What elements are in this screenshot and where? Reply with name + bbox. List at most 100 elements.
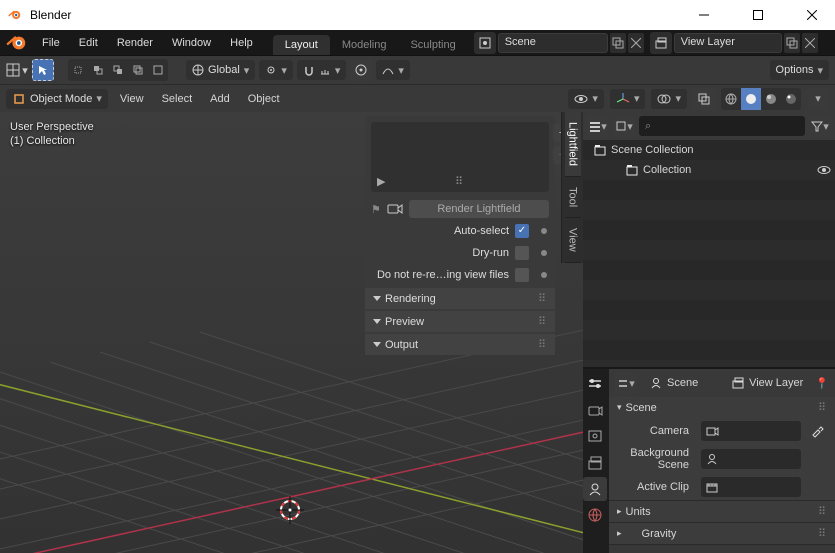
outliner-scene-collection[interactable]: Scene Collection <box>583 140 835 160</box>
menu-help[interactable]: Help <box>222 33 261 53</box>
menu-add[interactable]: Add <box>204 93 236 105</box>
pin-icon[interactable]: 📍 <box>815 377 829 390</box>
gravity-checkbox[interactable] <box>626 528 638 540</box>
outliner-editor-type[interactable]: ▾ <box>587 115 609 137</box>
menu-edit[interactable]: Edit <box>71 33 106 53</box>
auto-select-checkbox[interactable] <box>515 224 529 238</box>
shading-rendered[interactable] <box>781 88 801 110</box>
grip-icon[interactable]: ⠿ <box>818 505 827 518</box>
collection-enable-checkbox[interactable] <box>609 164 621 176</box>
select-extend-icon[interactable] <box>68 59 88 81</box>
scene-selector[interactable]: Scene <box>474 32 644 54</box>
browse-viewlayer-icon[interactable] <box>650 32 672 54</box>
menu-select-header[interactable]: Select <box>156 93 199 105</box>
hud-collection: (1) Collection <box>10 134 94 148</box>
grip-icon[interactable]: ⠿ <box>538 338 547 351</box>
shading-options-dropdown[interactable]: ▾ <box>807 88 829 110</box>
select-invert-icon[interactable] <box>108 59 128 81</box>
pivot-dropdown[interactable]: ▾ <box>259 60 293 80</box>
props-scene-crumb[interactable]: Scene <box>645 374 702 392</box>
anim-dot-icon[interactable] <box>541 272 547 278</box>
row-auto-select: Auto-select <box>365 220 555 242</box>
outliner-collection-row[interactable]: Collection <box>583 160 835 180</box>
viewlayer-selector[interactable]: View Layer <box>650 32 818 54</box>
menu-window[interactable]: Window <box>164 33 219 53</box>
options-dropdown[interactable]: Options▾ <box>770 60 829 80</box>
viewlayer-delete-button[interactable] <box>802 33 818 53</box>
gizmo-dropdown[interactable]: ▾ <box>610 89 646 109</box>
prop-tab-options[interactable] <box>583 373 607 397</box>
window-minimize-button[interactable] <box>681 0 727 30</box>
select-difference-icon[interactable] <box>148 59 168 81</box>
window-maximize-button[interactable] <box>735 0 781 30</box>
editor-type-button[interactable]: ▾ <box>6 59 28 81</box>
activeclip-field[interactable] <box>701 477 801 497</box>
shading-material[interactable] <box>761 88 781 110</box>
grip-icon[interactable]: ⠿ <box>538 292 547 305</box>
shading-solid[interactable] <box>741 88 761 110</box>
props-viewlayer-crumb[interactable]: View Layer <box>727 374 807 392</box>
shading-wireframe[interactable] <box>721 88 741 110</box>
menu-file[interactable]: File <box>34 33 68 53</box>
window-close-button[interactable] <box>789 0 835 30</box>
visibility-eye-icon[interactable] <box>817 163 831 177</box>
no-rerender-checkbox[interactable] <box>515 268 529 282</box>
prop-tab-viewlayer[interactable] <box>583 451 607 475</box>
prop-tab-world[interactable] <box>583 503 607 527</box>
xray-toggle[interactable] <box>693 88 715 110</box>
play-icon[interactable]: ▶ <box>377 175 385 188</box>
3d-viewport[interactable]: User Perspective (1) Collection + − ▶ ⠿ … <box>0 112 583 553</box>
scene-new-button[interactable] <box>610 33 626 53</box>
outliner[interactable]: Scene Collection Collection <box>583 140 835 367</box>
menu-view[interactable]: View <box>114 93 150 105</box>
outliner-display-mode[interactable]: ▾ <box>613 115 635 137</box>
tab-layout[interactable]: Layout <box>273 35 330 55</box>
dry-run-checkbox[interactable] <box>515 246 529 260</box>
overlay-dropdown[interactable]: ▾ <box>651 89 687 109</box>
viewlayer-name-field[interactable]: View Layer <box>674 33 782 53</box>
tab-view[interactable]: View <box>565 218 581 263</box>
select-subtract-icon[interactable] <box>88 59 108 81</box>
section-output[interactable]: Output⠿ <box>365 334 555 355</box>
prop-tab-render[interactable] <box>583 399 607 423</box>
outliner-search[interactable]: ⌕ <box>639 116 805 136</box>
xray-icon <box>697 92 711 106</box>
select-intersect-icon[interactable] <box>128 59 148 81</box>
visibility-dropdown[interactable]: ▾ <box>568 89 604 109</box>
outliner-filter-button[interactable]: ▾ <box>809 115 831 137</box>
proportional-edit-button[interactable] <box>350 59 372 81</box>
section-preview[interactable]: Preview⠿ <box>365 311 555 332</box>
scene-delete-button[interactable] <box>628 33 644 53</box>
bgscene-field[interactable] <box>701 449 801 469</box>
camera-field[interactable] <box>701 421 801 441</box>
tab-tool[interactable]: Tool <box>565 177 581 218</box>
props-editor-type[interactable]: ▾ <box>615 372 637 394</box>
grip-icon[interactable]: ⠿ <box>538 315 547 328</box>
grip-icon[interactable]: ⠿ <box>818 401 827 414</box>
viewlayer-new-button[interactable] <box>784 33 800 53</box>
tab-lightfield[interactable]: Lightfield <box>565 112 581 177</box>
snap-dropdown[interactable]: ▾ <box>297 60 347 80</box>
prop-tab-output[interactable] <box>583 425 607 449</box>
browse-scene-icon[interactable] <box>474 32 496 54</box>
render-lightfield-button[interactable]: Render Lightfield <box>409 200 549 218</box>
menu-object-header[interactable]: Object <box>242 93 286 105</box>
menu-render[interactable]: Render <box>109 33 161 53</box>
panel-scene-header[interactable]: ▾Scene⠿ <box>609 397 835 418</box>
panel-gravity-header[interactable]: ▸Gravity⠿ <box>609 523 835 544</box>
workspace-tabs: Layout Modeling Sculpting <box>273 30 468 55</box>
anim-dot-icon[interactable] <box>541 250 547 256</box>
eyedropper-icon[interactable] <box>807 421 827 441</box>
mode-dropdown[interactable]: Object Mode▾ <box>6 89 108 109</box>
grip-icon[interactable]: ⠿ <box>818 527 827 540</box>
tool-select-box[interactable] <box>32 59 54 81</box>
section-rendering[interactable]: Rendering⠿ <box>365 288 555 309</box>
prop-tab-scene[interactable] <box>583 477 607 501</box>
scene-name-field[interactable]: Scene <box>498 33 608 53</box>
tab-modeling[interactable]: Modeling <box>330 35 399 55</box>
proportional-falloff-dropdown[interactable]: ▾ <box>376 60 410 80</box>
anim-dot-icon[interactable] <box>541 228 547 234</box>
panel-units-header[interactable]: ▸Units⠿ <box>609 501 835 522</box>
tab-sculpting[interactable]: Sculpting <box>398 35 467 55</box>
orientation-dropdown[interactable]: Global▾ <box>186 60 255 80</box>
